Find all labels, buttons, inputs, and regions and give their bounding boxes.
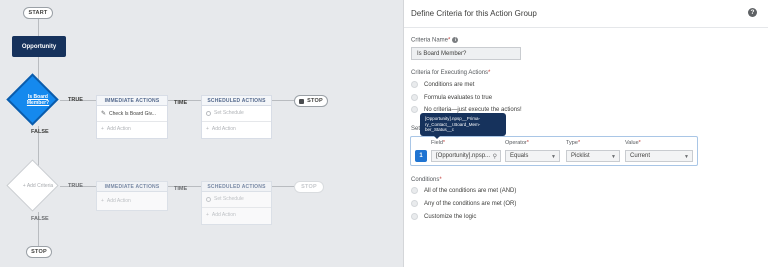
add-criteria-label: + Add Criteria bbox=[22, 183, 54, 189]
set-schedule-link[interactable]: Set Schedule bbox=[206, 196, 244, 202]
field-tooltip: [Opportunity].npsp__Prima- ry_Contact__r… bbox=[420, 113, 506, 136]
time-label: TIME bbox=[174, 100, 188, 106]
radio-circle bbox=[411, 81, 418, 88]
radio-circle bbox=[411, 187, 418, 194]
start-node: START bbox=[23, 7, 53, 19]
connector bbox=[272, 186, 294, 187]
plus-icon: + bbox=[101, 126, 104, 132]
true-label: TRUE bbox=[68, 97, 83, 103]
chevron-down-icon: ▼ bbox=[551, 154, 556, 160]
radio-circle bbox=[411, 106, 418, 113]
field-column-label: Field* bbox=[431, 140, 446, 146]
radio-formula[interactable]: Formula evaluates to true bbox=[411, 94, 492, 101]
criteria-name-input[interactable]: Is Board Member? bbox=[411, 47, 521, 60]
radio-circle bbox=[411, 213, 418, 220]
time-label: TIME bbox=[174, 186, 188, 192]
field-lookup[interactable]: [Opportunity].npsp... ⚲ bbox=[431, 150, 501, 162]
scheduled-actions-header: SCHEDULED ACTIONS bbox=[202, 182, 271, 192]
type-column-label: Type* bbox=[566, 140, 581, 146]
false-label: FALSE bbox=[31, 129, 49, 135]
chevron-down-icon: ▼ bbox=[611, 154, 616, 160]
radio-circle bbox=[411, 200, 418, 207]
radio-and[interactable]: All of the conditions are met (AND) bbox=[411, 187, 516, 194]
stop-node: STOP bbox=[294, 181, 324, 193]
stop-node: STOP bbox=[294, 95, 328, 107]
radio-conditions-met[interactable]: Conditions are met bbox=[411, 81, 474, 88]
search-icon[interactable]: ⚲ bbox=[493, 153, 497, 160]
clock-icon bbox=[206, 196, 211, 202]
tooltip-arrow bbox=[433, 135, 441, 139]
add-action-link[interactable]: + Add Action bbox=[206, 212, 236, 218]
exec-criteria-label: Criteria for Executing Actions* bbox=[411, 70, 491, 76]
stop-node: STOP bbox=[26, 246, 52, 258]
radio-circle bbox=[411, 94, 418, 101]
scheduled-actions-box: SCHEDULED ACTIONS Set Schedule + Add Acti… bbox=[201, 181, 272, 225]
add-action-link[interactable]: + Add Action bbox=[101, 198, 131, 204]
immediate-actions-header: IMMEDIATE ACTIONS bbox=[97, 182, 167, 192]
stop-icon bbox=[299, 98, 305, 104]
panel-header: Define Criteria for this Action Group ? bbox=[404, 0, 768, 28]
radio-custom-logic[interactable]: Customize the logic bbox=[411, 213, 476, 220]
separator bbox=[97, 121, 167, 122]
scheduled-actions-header: SCHEDULED ACTIONS bbox=[202, 96, 271, 106]
value-column-label: Value* bbox=[625, 140, 641, 146]
object-node-opportunity[interactable]: Opportunity bbox=[12, 36, 66, 57]
false-label: FALSE bbox=[31, 216, 49, 222]
plus-icon: + bbox=[101, 198, 104, 204]
scheduled-actions-box: SCHEDULED ACTIONS Set Schedule + Add Acti… bbox=[201, 95, 272, 139]
clock-icon bbox=[206, 110, 211, 116]
plus-icon: + bbox=[206, 126, 209, 132]
plus-icon: + bbox=[206, 212, 209, 218]
true-label: TRUE bbox=[68, 183, 83, 189]
criteria-node-label: Is Board Member? bbox=[26, 94, 50, 106]
radio-no-criteria[interactable]: No criteria—just execute the actions! bbox=[411, 106, 522, 113]
immediate-actions-header: IMMEDIATE ACTIONS bbox=[97, 96, 167, 106]
connector bbox=[38, 18, 39, 36]
panel-title: Define Criteria for this Action Group bbox=[411, 9, 537, 18]
immediate-actions-box: IMMEDIATE ACTIONS + Add Action bbox=[96, 181, 168, 211]
action-item[interactable]: ✎ Check Is Board Giv... bbox=[101, 110, 156, 118]
separator bbox=[202, 121, 271, 122]
row-number: 1 bbox=[415, 150, 427, 162]
immediate-actions-box: IMMEDIATE ACTIONS ✎ Check Is Board Giv..… bbox=[96, 95, 168, 139]
pencil-icon: ✎ bbox=[101, 111, 107, 117]
type-select[interactable]: Picklist ▼ bbox=[566, 150, 620, 162]
separator bbox=[202, 207, 271, 208]
add-action-link[interactable]: + Add Action bbox=[206, 126, 236, 132]
help-icon[interactable]: ? bbox=[748, 8, 757, 17]
info-icon[interactable]: i bbox=[452, 37, 459, 43]
connector bbox=[272, 100, 294, 101]
operator-column-label: Operator* bbox=[505, 140, 529, 146]
criteria-name-label: Criteria Name* i bbox=[411, 37, 459, 44]
radio-or[interactable]: Any of the conditions are met (OR) bbox=[411, 200, 516, 207]
operator-select[interactable]: Equals ▼ bbox=[505, 150, 560, 162]
chevron-down-icon: ▼ bbox=[684, 154, 689, 160]
value-select[interactable]: Current ▼ bbox=[625, 150, 693, 162]
set-schedule-link[interactable]: Set Schedule bbox=[206, 110, 244, 116]
add-action-link[interactable]: + Add Action bbox=[101, 126, 131, 132]
set-conditions-label: Set bbox=[411, 126, 421, 132]
conditions-label: Conditions* bbox=[411, 177, 442, 183]
